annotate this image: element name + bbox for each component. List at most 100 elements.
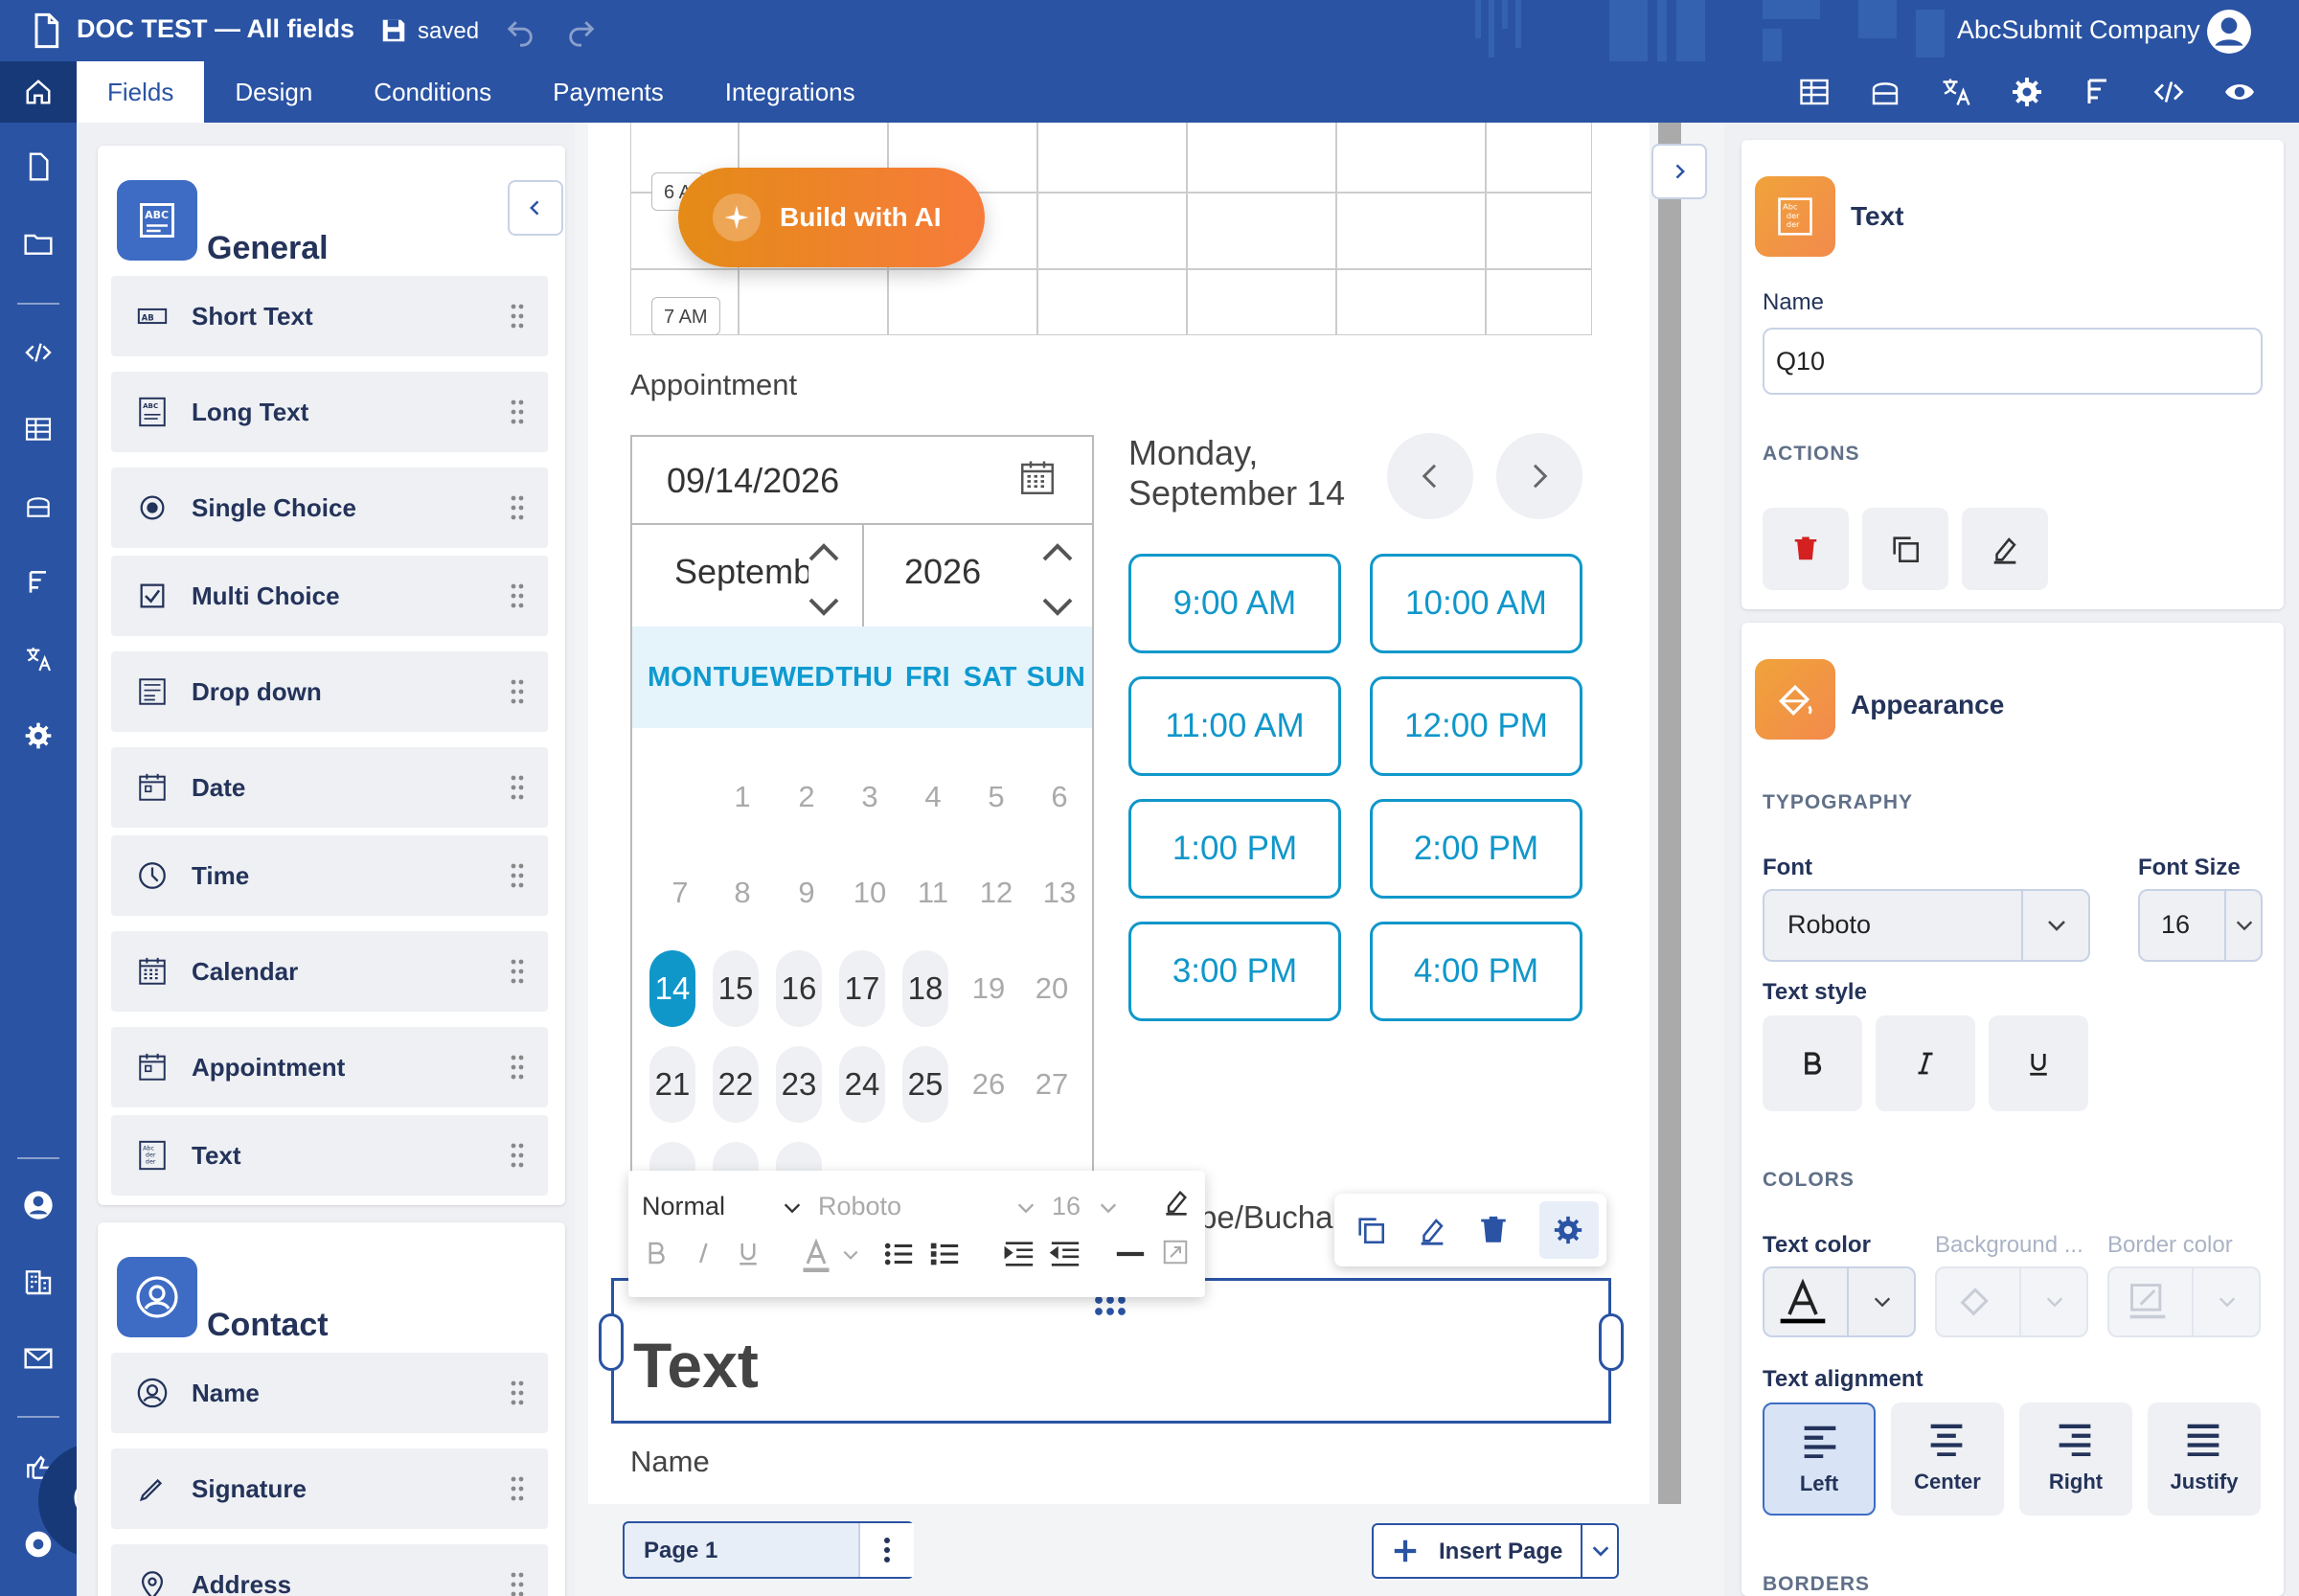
document-title[interactable]: DOC TEST — All fields: [77, 14, 354, 44]
underline-icon[interactable]: [734, 1238, 763, 1268]
redo-icon[interactable]: [565, 15, 598, 48]
calendar-day-selected[interactable]: 14: [649, 950, 695, 1027]
paragraph-format-select[interactable]: Normal: [642, 1192, 725, 1221]
collapse-properties-button[interactable]: [1651, 144, 1707, 199]
drag-handle-icon[interactable]: [1093, 1294, 1127, 1317]
indent-icon[interactable]: [1002, 1238, 1036, 1270]
tab-conditions[interactable]: Conditions: [343, 61, 522, 123]
time-slot-button[interactable]: 9:00 AM: [1128, 554, 1341, 653]
chevron-down-icon[interactable]: [1015, 1197, 1036, 1219]
drag-grip-icon[interactable]: [510, 1475, 525, 1502]
month-selector[interactable]: September: [674, 552, 808, 592]
rail-translate[interactable]: [21, 642, 56, 676]
drag-grip-icon[interactable]: [510, 303, 525, 330]
selected-text-field[interactable]: Text: [599, 1278, 1624, 1424]
delete-button[interactable]: [1763, 508, 1849, 590]
border-color-picker[interactable]: [2107, 1266, 2261, 1337]
flow-icon[interactable]: [2081, 75, 2115, 109]
background-color-toggle[interactable]: [2019, 1268, 2088, 1335]
bold-toggle[interactable]: [1763, 1015, 1862, 1111]
underline-toggle[interactable]: [1989, 1015, 2088, 1111]
font-family-select[interactable]: Roboto: [818, 1192, 901, 1221]
year-stepper-icon[interactable]: [1038, 536, 1077, 623]
palette-item-address[interactable]: Address: [111, 1544, 548, 1596]
previous-day-button[interactable]: [1387, 433, 1473, 519]
drag-grip-icon[interactable]: [510, 958, 525, 985]
insert-page-dropdown[interactable]: [1581, 1525, 1619, 1577]
rail-flow[interactable]: [21, 565, 56, 600]
time-slot-button[interactable]: 2:00 PM: [1370, 799, 1582, 899]
resize-handle-right[interactable]: [1599, 1313, 1624, 1371]
outdent-icon[interactable]: [1048, 1238, 1082, 1270]
text-color-icon[interactable]: [797, 1238, 835, 1272]
calendar-day[interactable]: 18: [902, 950, 948, 1027]
year-selector[interactable]: 2026: [904, 552, 981, 592]
font-size-toggle[interactable]: [2224, 891, 2263, 960]
calendar-day[interactable]: 22: [713, 1046, 759, 1123]
field-settings-button[interactable]: [1551, 1213, 1585, 1247]
calendar-day-partial[interactable]: [649, 1142, 695, 1173]
insert-page-button[interactable]: Insert Page: [1372, 1523, 1619, 1579]
align-center-button[interactable]: Center: [1891, 1402, 2004, 1516]
bullet-list-icon[interactable]: [881, 1238, 916, 1270]
drag-grip-icon[interactable]: [510, 678, 525, 705]
palette-item-calendar[interactable]: Calendar: [111, 931, 548, 1012]
chevron-down-icon[interactable]: [782, 1197, 803, 1219]
calendar-day[interactable]: 25: [902, 1046, 948, 1123]
resize-handle-left[interactable]: [599, 1313, 624, 1371]
align-left-button[interactable]: Left: [1763, 1402, 1876, 1516]
home-button[interactable]: [0, 61, 77, 123]
rail-mail[interactable]: [21, 1341, 56, 1376]
undo-icon[interactable]: [504, 15, 536, 48]
font-select-toggle[interactable]: [2021, 891, 2090, 960]
palette-item-time[interactable]: Time: [111, 835, 548, 916]
canvas-scrollbar[interactable]: [1658, 123, 1681, 1504]
drag-grip-icon[interactable]: [510, 1379, 525, 1406]
database-icon[interactable]: [1797, 75, 1832, 109]
text-color-toggle[interactable]: [1847, 1268, 1916, 1335]
drag-grip-icon[interactable]: [510, 1054, 525, 1081]
rail-code[interactable]: [21, 335, 56, 370]
text-color-picker[interactable]: [1763, 1266, 1916, 1337]
time-slot-button[interactable]: 1:00 PM: [1128, 799, 1341, 899]
user-avatar-icon[interactable]: [2205, 8, 2253, 56]
tab-fields[interactable]: Fields: [77, 61, 205, 123]
insert-image-icon[interactable]: [1161, 1238, 1190, 1266]
rail-settings[interactable]: [21, 718, 56, 753]
background-color-picker[interactable]: [1935, 1266, 2088, 1337]
calendar-day[interactable]: 23: [776, 1046, 822, 1123]
italic-icon[interactable]: [690, 1238, 718, 1268]
time-slot-button[interactable]: 10:00 AM: [1370, 554, 1582, 653]
save-icon[interactable]: [379, 16, 408, 45]
horizontal-rule-icon[interactable]: [1113, 1238, 1148, 1270]
duplicate-button[interactable]: [1862, 508, 1948, 590]
drag-grip-icon[interactable]: [510, 494, 525, 521]
duplicate-field-button[interactable]: [1354, 1213, 1388, 1247]
rail-database[interactable]: [21, 412, 56, 446]
build-with-ai-button[interactable]: Build with AI: [678, 168, 985, 267]
rail-forms[interactable]: [21, 489, 56, 523]
tab-design[interactable]: Design: [204, 61, 343, 123]
tab-integrations[interactable]: Integrations: [694, 61, 886, 123]
calendar-day-partial[interactable]: [713, 1142, 759, 1173]
font-size-select[interactable]: 16: [2138, 889, 2263, 962]
calendar-day[interactable]: 15: [713, 950, 759, 1027]
bold-icon[interactable]: [642, 1238, 671, 1268]
calendar-day-partial[interactable]: [776, 1142, 822, 1173]
collapse-palette-button[interactable]: [508, 180, 563, 236]
time-slot-button[interactable]: 3:00 PM: [1128, 922, 1341, 1021]
chevron-down-icon[interactable]: [841, 1245, 860, 1265]
rail-account[interactable]: [21, 1188, 56, 1222]
delete-field-button[interactable]: [1476, 1213, 1511, 1247]
palette-item-signature[interactable]: Signature: [111, 1448, 548, 1529]
palette-item-appointment[interactable]: Appointment: [111, 1027, 548, 1107]
page-tab[interactable]: Page 1: [623, 1521, 914, 1579]
time-slot-button[interactable]: 4:00 PM: [1370, 922, 1582, 1021]
palette-item-long-text[interactable]: ABC Long Text: [111, 372, 548, 452]
clear-style-button[interactable]: [1962, 508, 2048, 590]
border-color-toggle[interactable]: [2192, 1268, 2261, 1335]
calendar-day[interactable]: 24: [839, 1046, 885, 1123]
italic-toggle[interactable]: [1876, 1015, 1975, 1111]
clear-format-icon[interactable]: [1161, 1186, 1192, 1217]
field-name-input[interactable]: Q10: [1763, 328, 2263, 395]
